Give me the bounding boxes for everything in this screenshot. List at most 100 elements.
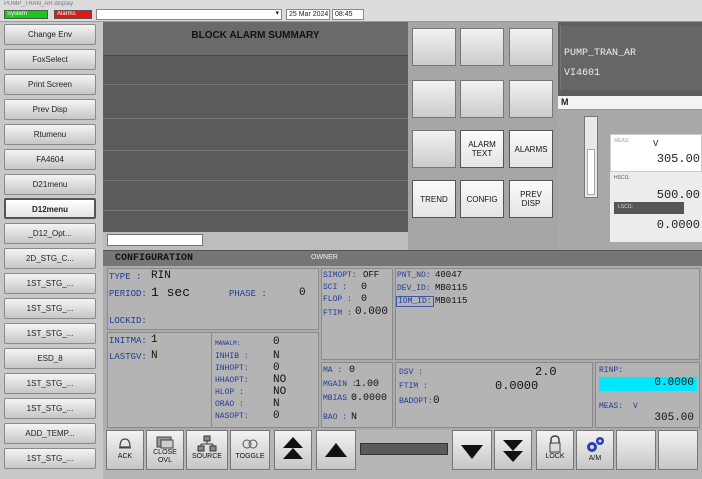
source-button[interactable]: SOURCE (186, 430, 228, 470)
sidebar-item-1st-stg-1[interactable]: 1ST_STG_... (4, 273, 96, 294)
prev-disp-button[interactable]: PREV DISP (509, 180, 553, 218)
sidebar-item-1st-stg-6[interactable]: 1ST_STG_... (4, 448, 96, 469)
alarms-button[interactable]: ALARMS (509, 130, 553, 168)
sidebar-item-rtumenu[interactable]: Rtumenu (4, 124, 96, 145)
trend-button[interactable]: TREND (412, 180, 456, 218)
ma-label: MA : (323, 366, 343, 375)
toggle-label: TOGGLE (235, 453, 265, 460)
sidebar-item-1st-stg-5[interactable]: 1ST_STG_... (4, 398, 96, 419)
simopt-label: SIMOPT: (323, 271, 357, 280)
lscl-label: LSCI1: (618, 204, 634, 210)
decrease-button[interactable] (452, 430, 492, 470)
sidebar-item-1st-stg-2[interactable]: 1ST_STG_... (4, 298, 96, 319)
output-slider-track[interactable] (358, 430, 450, 470)
pnt-no-value: 40047 (435, 270, 463, 280)
manalm-label: MANALM: (215, 340, 241, 347)
sidebar-item-d21menu[interactable]: D21menu (4, 174, 96, 195)
empty-button-3[interactable] (509, 28, 553, 66)
sci-label: SCI : (323, 283, 348, 292)
initma-value: 1 (151, 334, 158, 346)
inhopt-label: INHOPT: (215, 364, 249, 373)
block-name: VI4601 (564, 68, 601, 79)
ack-button[interactable]: ACK (106, 430, 144, 470)
empty-button-6[interactable] (509, 80, 553, 118)
system-status-indicator[interactable]: System (4, 10, 48, 19)
phase-label: PHASE : (229, 289, 267, 299)
toggle-button[interactable]: TOGGLE (230, 430, 270, 470)
output-slider-bar[interactable] (360, 443, 448, 455)
empty-button-5[interactable] (460, 80, 504, 118)
sidebar-item-add-temp[interactable]: ADD_TEMP... (4, 423, 96, 444)
empty-toolbar-button-2[interactable] (658, 430, 698, 470)
sidebar: Change Env FoxSelect Print Screen Prev D… (0, 22, 103, 479)
alarm-scroll-area (103, 232, 408, 250)
meas2-value: 305.00 (654, 412, 694, 424)
double-up-arrow-icon (283, 437, 303, 459)
ftim2-value: 0.0000 (495, 379, 539, 393)
alarm-status-indicator[interactable]: Alarms (54, 10, 92, 19)
sci-value: 0 (361, 282, 368, 293)
meas2-unit: V (633, 402, 638, 411)
mbias-value: 0.0000 (351, 393, 388, 404)
sidebar-item-change-env[interactable]: Change Env (4, 24, 96, 45)
fast-increase-button[interactable] (274, 430, 312, 470)
sidebar-item-2d-stg[interactable]: 2D_STG_C... (4, 248, 96, 269)
close-ovl-button[interactable]: CLOSE OVL (146, 430, 184, 470)
increase-button[interactable] (316, 430, 356, 470)
rinp-value: 0.0000 (654, 377, 694, 389)
phase-value: 0 (299, 287, 306, 299)
alarm-scroll-thumb[interactable] (107, 234, 203, 246)
sidebar-item-print-screen[interactable]: Print Screen (4, 74, 96, 95)
badopt-label: BADOPT: (399, 397, 433, 406)
config-button[interactable]: CONFIG (460, 180, 504, 218)
meas-label: MEAS: (614, 138, 630, 144)
close-ovl-label: CLOSE OVL (153, 449, 177, 464)
flop-value: 0 (361, 294, 368, 305)
manalm-value: 0 (273, 336, 280, 348)
orao-label: ORAO : (215, 400, 244, 409)
lock-button[interactable]: LOCK (536, 430, 574, 470)
iom-id-label[interactable]: IOM_ID: (396, 296, 434, 307)
display-selector[interactable]: ▾ (96, 9, 282, 20)
block-alarm-summary-panel: BLOCK ALARM SUMMARY (103, 22, 408, 232)
faceplate: PUMP_TRAN_AR VI4601 M MEAS: V 305.00 HSC… (558, 22, 702, 250)
sidebar-item-1st-stg-4[interactable]: 1ST_STG_... (4, 373, 96, 394)
lockid-label: LOCKID: (109, 316, 147, 326)
empty-button-7[interactable] (412, 130, 456, 168)
sidebar-item-foxselect[interactable]: FoxSelect (4, 49, 96, 70)
sidebar-item-prev-disp[interactable]: Prev Disp (4, 99, 96, 120)
empty-button-1[interactable] (412, 28, 456, 66)
sidebar-item-esd-8[interactable]: ESD_8 (4, 348, 96, 369)
empty-button-2[interactable] (460, 28, 504, 66)
meas-unit: V (653, 139, 659, 149)
double-down-arrow-icon (503, 440, 523, 462)
fast-decrease-button[interactable] (494, 430, 532, 470)
date-field: 25 Mar 2024 (286, 9, 330, 20)
bao-label: BAO : (323, 413, 348, 422)
sidebar-item-1st-stg-3[interactable]: 1ST_STG_... (4, 323, 96, 344)
ma-value: 0 (349, 365, 356, 376)
ack-label: ACK (117, 453, 133, 460)
config-title: CONFIGURATION (115, 253, 194, 264)
empty-button-4[interactable] (412, 80, 456, 118)
meas2-label: MEAS: (599, 402, 624, 411)
measurement-bar (584, 116, 598, 198)
source-label: SOURCE (192, 453, 222, 460)
sidebar-item-d12menu[interactable]: D12menu (4, 198, 96, 219)
inhib-label: INHIB : (215, 352, 249, 361)
auto-manual-button[interactable]: A/M (576, 430, 614, 470)
type-label: TYPE : (109, 272, 142, 282)
padlock-icon (549, 435, 561, 453)
dev-id-value: MB0115 (435, 283, 468, 293)
compound-name: PUMP_TRAN_AR (564, 48, 637, 59)
bao-value: N (351, 412, 358, 423)
empty-toolbar-button-1[interactable] (616, 430, 656, 470)
meas-value: 305.00 (656, 152, 700, 166)
ftim-label: FTIM : (323, 309, 352, 318)
simopt-value: OFF (363, 270, 380, 280)
sidebar-item-d12-opt[interactable]: _D12_Opt... (4, 223, 96, 244)
orao-value: N (273, 398, 280, 410)
sidebar-item-fa4604[interactable]: FA4604 (4, 149, 96, 170)
lastgv-label: LASTGV: (109, 352, 147, 362)
alarm-text-button[interactable]: ALARM TEXT (460, 130, 504, 168)
